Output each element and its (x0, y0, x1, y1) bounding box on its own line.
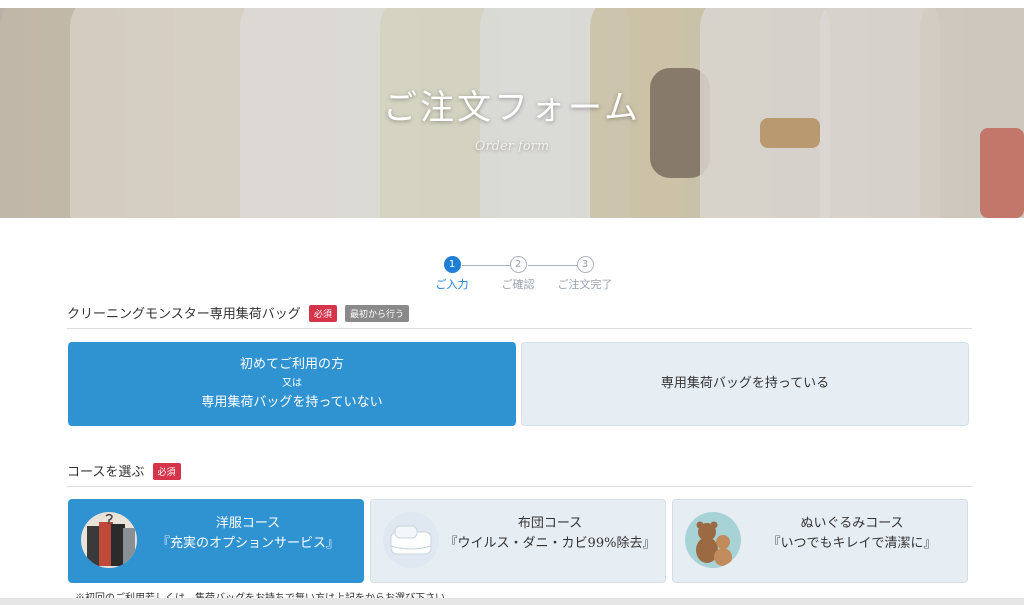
bag-section-title: クリーニングモンスター専用集荷バッグ (67, 307, 301, 322)
option-line: 専用集荷バッグを持っていない (201, 395, 383, 410)
hero-banner: ご注文フォーム Order form (0, 8, 1024, 218)
step-number: 2 (509, 256, 527, 273)
course-title: 布団コース (517, 516, 583, 531)
step-label: ご確認 (501, 278, 535, 291)
course-subtitle: 『いつでもキレイで清潔に』 (767, 536, 937, 551)
option-label: 専用集荷バッグを持っている (660, 376, 830, 391)
clothes-course-option[interactable]: 洋服コース 『充実のオプションサービス』 (68, 499, 364, 583)
option-line: 初めてご利用の方 (239, 357, 344, 372)
course-subtitle: 『ウイルス・ダニ・カビ99%除去』 (444, 536, 656, 551)
futon-thumb-icon (383, 512, 439, 568)
plush-thumb-icon (685, 512, 741, 568)
course-section-title: コースを選ぶ (67, 465, 145, 480)
first-time-option[interactable]: 初めてご利用の方 又は 専用集荷バッグを持っていない (68, 342, 516, 426)
step-complete: 3 ご注文完了 (555, 256, 615, 292)
course-section-heading: コースを選ぶ 必須 (67, 461, 972, 487)
restart-button[interactable]: 最初から行う (345, 305, 410, 322)
option-line: 又は (282, 378, 302, 389)
futon-course-option[interactable]: 布団コース 『ウイルス・ダニ・カビ99%除去』 (370, 499, 666, 583)
course-subtitle: 『充実のオプションサービス』 (156, 536, 339, 551)
step-number: 1 (443, 256, 461, 273)
have-bag-option[interactable]: 専用集荷バッグを持っている (521, 342, 969, 426)
course-title: ぬいぐるみコース (800, 516, 904, 531)
bag-section-heading: クリーニングモンスター専用集荷バッグ 必須 最初から行う (67, 303, 972, 329)
step-label: ご注文完了 (557, 278, 613, 291)
progress-stepper: 1 ご入力 2 ご確認 3 ご注文完了 (428, 256, 628, 296)
bottom-bar (0, 598, 1024, 605)
required-badge: 必須 (308, 305, 337, 322)
step-input: 1 ご入力 (422, 256, 482, 292)
course-title: 洋服コース (215, 516, 281, 531)
required-badge: 必須 (152, 463, 181, 480)
page-subtitle: Order form (474, 139, 550, 154)
step-number: 3 (576, 256, 594, 273)
page-title: ご注文フォーム (383, 88, 641, 128)
step-confirm: 2 ご確認 (488, 256, 548, 292)
plush-course-option[interactable]: ぬいぐるみコース 『いつでもキレイで清潔に』 (672, 499, 968, 583)
clothes-thumb-icon (81, 512, 137, 568)
step-label: ご入力 (435, 278, 469, 291)
